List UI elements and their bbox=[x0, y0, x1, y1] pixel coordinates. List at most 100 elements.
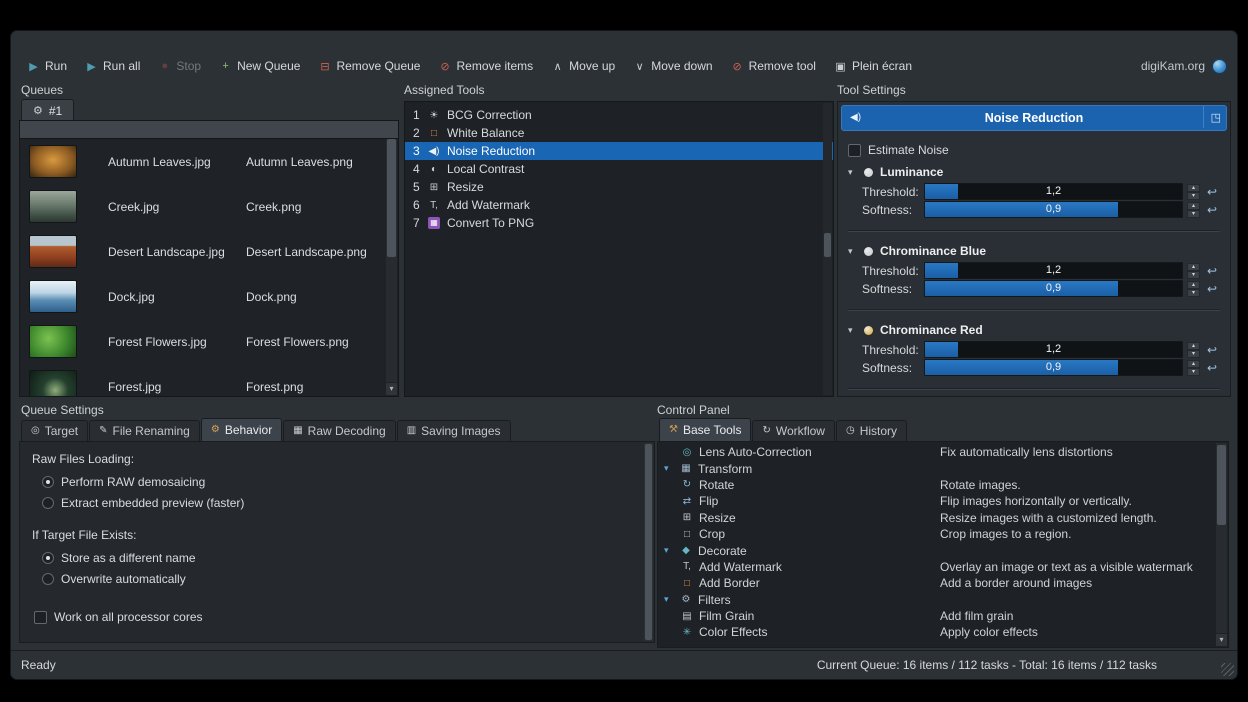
softness-spinner[interactable]: ▴ ▾ bbox=[1187, 281, 1200, 297]
softness-spinner[interactable]: ▴ ▾ bbox=[1187, 202, 1200, 218]
scroll-down-button[interactable]: ▾ bbox=[386, 383, 397, 395]
base-tool-row[interactable]: ▾ T, Add Watermark Overlay an image or t… bbox=[658, 559, 1228, 575]
toolbar-button[interactable]: ⊘ Remove items bbox=[432, 56, 539, 76]
section-header[interactable]: ▾ Luminance bbox=[846, 165, 1222, 179]
revert-default-icon[interactable]: ↩ bbox=[1204, 185, 1220, 199]
toolbar-button[interactable]: ▣ Plein écran bbox=[828, 56, 918, 76]
assigned-tool-row[interactable]: 4 ◐ Local Contrast bbox=[405, 160, 833, 178]
queue-table-scrollbar[interactable] bbox=[386, 139, 397, 382]
radio-option[interactable]: Extract embedded preview (faster) bbox=[42, 495, 642, 510]
queue-item-row[interactable]: Creek.jpg Creek.png bbox=[20, 184, 398, 229]
spin-up-icon[interactable]: ▴ bbox=[1187, 360, 1200, 368]
queue-item-row[interactable]: Desert Landscape.jpg Desert Landscape.pn… bbox=[20, 229, 398, 274]
threshold-spinner[interactable]: ▴ ▾ bbox=[1187, 342, 1200, 358]
expander-icon[interactable]: ▾ bbox=[664, 545, 674, 556]
assigned-tool-row[interactable]: 2 □ White Balance bbox=[405, 124, 833, 142]
menu-item[interactable] bbox=[37, 40, 53, 44]
base-tool-row[interactable]: ▾ □ Add Border Add a border around image… bbox=[658, 575, 1228, 591]
tool-header-menu-icon[interactable]: ◳ bbox=[1203, 106, 1221, 128]
base-tool-row[interactable]: ▾ ⇄ Flip Flip images horizontally or ver… bbox=[658, 493, 1228, 509]
expander-icon[interactable]: ▾ bbox=[664, 594, 674, 605]
queue-settings-scrollbar[interactable] bbox=[644, 443, 653, 641]
scroll-down-button[interactable]: ▾ bbox=[1216, 634, 1227, 646]
radio-option[interactable]: Store as a different name bbox=[42, 550, 642, 565]
base-tool-row[interactable]: ▾ ↻ Rotate Rotate images. bbox=[658, 477, 1228, 493]
spin-up-icon[interactable]: ▴ bbox=[1187, 342, 1200, 350]
base-tool-row[interactable]: ▾ ▦ Transform bbox=[658, 460, 1228, 476]
spin-down-icon[interactable]: ▾ bbox=[1187, 192, 1200, 200]
tab[interactable]: ✎ File Renaming bbox=[89, 420, 200, 441]
toolbar-button[interactable]: ● Stop bbox=[152, 56, 207, 76]
base-tool-row[interactable]: ▾ ▤ Film Grain Add film grain bbox=[658, 608, 1228, 624]
base-tools-scrollbar[interactable] bbox=[1216, 443, 1227, 633]
expander-icon[interactable]: ▾ bbox=[664, 463, 674, 474]
spin-down-icon[interactable]: ▾ bbox=[1187, 271, 1200, 279]
softness-spinner[interactable]: ▴ ▾ bbox=[1187, 360, 1200, 376]
menu-item[interactable] bbox=[55, 40, 71, 44]
radio-button[interactable] bbox=[42, 552, 54, 564]
tab[interactable]: ◎ Target bbox=[21, 420, 88, 441]
spin-down-icon[interactable]: ▾ bbox=[1187, 210, 1200, 218]
spin-down-icon[interactable]: ▾ bbox=[1187, 289, 1200, 297]
queue-tab-1[interactable]: ⚙ #1 bbox=[21, 99, 74, 121]
base-tool-row[interactable]: ▾ ⊞ Resize Resize images with a customiz… bbox=[658, 510, 1228, 526]
queue-item-row[interactable]: Forest Flowers.jpg Forest Flowers.png bbox=[20, 319, 398, 364]
threshold-spinner[interactable]: ▴ ▾ bbox=[1187, 184, 1200, 200]
revert-default-icon[interactable]: ↩ bbox=[1204, 264, 1220, 278]
softness-slider[interactable]: 0,9 bbox=[924, 359, 1183, 376]
toolbar-button[interactable]: + New Queue bbox=[213, 56, 306, 76]
radio-button[interactable] bbox=[42, 573, 54, 585]
toolbar-button[interactable]: ∨ Move down bbox=[627, 56, 718, 76]
radio-option[interactable]: Overwrite automatically bbox=[42, 571, 642, 586]
assigned-tool-row[interactable]: 7 ▦ Convert To PNG bbox=[405, 214, 833, 232]
queue-item-row[interactable]: Forest.jpg Forest.png bbox=[20, 364, 398, 397]
toolbar-button[interactable]: ⊘ Remove tool bbox=[725, 56, 822, 76]
base-tool-row[interactable]: ▾ ◆ Decorate bbox=[658, 542, 1228, 558]
menu-item[interactable] bbox=[91, 40, 107, 44]
assigned-tool-row[interactable]: 6 T, Add Watermark bbox=[405, 196, 833, 214]
toolbar-button[interactable]: ⊟ Remove Queue bbox=[312, 56, 426, 76]
section-header[interactable]: ▾ Chrominance Blue bbox=[846, 244, 1222, 258]
scrollbar-thumb[interactable] bbox=[1217, 445, 1226, 525]
revert-default-icon[interactable]: ↩ bbox=[1204, 203, 1220, 217]
section-header[interactable]: ▾ Chrominance Red bbox=[846, 323, 1222, 337]
revert-default-icon[interactable]: ↩ bbox=[1204, 361, 1220, 375]
assigned-tool-row[interactable]: 5 ⊞ Resize bbox=[405, 178, 833, 196]
collapse-arrow-icon[interactable]: ▾ bbox=[848, 325, 857, 336]
collapse-arrow-icon[interactable]: ▾ bbox=[848, 167, 857, 178]
spin-up-icon[interactable]: ▴ bbox=[1187, 281, 1200, 289]
tab[interactable]: ◷ History bbox=[836, 420, 907, 441]
tab[interactable]: ▦ Raw Decoding bbox=[283, 420, 396, 441]
spin-down-icon[interactable]: ▾ bbox=[1187, 368, 1200, 376]
menu-item[interactable] bbox=[19, 40, 35, 44]
assigned-tools-scrollbar[interactable] bbox=[823, 103, 832, 395]
toolbar-button[interactable]: ∧ Move up bbox=[545, 56, 621, 76]
processor-cores-checkbox[interactable] bbox=[34, 611, 47, 624]
estimate-noise-checkbox[interactable] bbox=[848, 144, 861, 157]
estimate-noise-option[interactable]: Estimate Noise bbox=[848, 143, 1220, 157]
toolbar-button[interactable]: ▶ Run all bbox=[79, 56, 146, 76]
scrollbar-thumb[interactable] bbox=[824, 233, 831, 257]
scrollbar-thumb[interactable] bbox=[645, 444, 652, 640]
threshold-spinner[interactable]: ▴ ▾ bbox=[1187, 263, 1200, 279]
queue-item-row[interactable]: Autumn Leaves.jpg Autumn Leaves.png bbox=[20, 139, 398, 184]
queue-item-row[interactable]: Dock.jpg Dock.png bbox=[20, 274, 398, 319]
tab[interactable]: ▥ Saving Images bbox=[397, 420, 511, 441]
revert-default-icon[interactable]: ↩ bbox=[1204, 282, 1220, 296]
radio-button[interactable] bbox=[42, 497, 54, 509]
active-tool-header[interactable]: ◀) Noise Reduction ◳ bbox=[841, 105, 1227, 131]
toolbar-button[interactable]: ▶ Run bbox=[21, 56, 73, 76]
threshold-slider[interactable]: 1,2 bbox=[924, 183, 1183, 200]
threshold-slider[interactable]: 1,2 bbox=[924, 262, 1183, 279]
spin-down-icon[interactable]: ▾ bbox=[1187, 350, 1200, 358]
processor-cores-option[interactable]: Work on all processor cores bbox=[34, 610, 642, 624]
revert-default-icon[interactable]: ↩ bbox=[1204, 343, 1220, 357]
tab[interactable]: ⚒ Base Tools bbox=[659, 418, 751, 441]
assigned-tool-row[interactable]: 3 ◀) Noise Reduction bbox=[405, 142, 833, 160]
resize-grip[interactable] bbox=[1221, 663, 1234, 676]
softness-slider[interactable]: 0,9 bbox=[924, 201, 1183, 218]
radio-button[interactable] bbox=[42, 476, 54, 488]
radio-option[interactable]: Perform RAW demosaicing bbox=[42, 474, 642, 489]
scrollbar-thumb[interactable] bbox=[387, 139, 396, 257]
collapse-arrow-icon[interactable]: ▾ bbox=[848, 246, 857, 257]
